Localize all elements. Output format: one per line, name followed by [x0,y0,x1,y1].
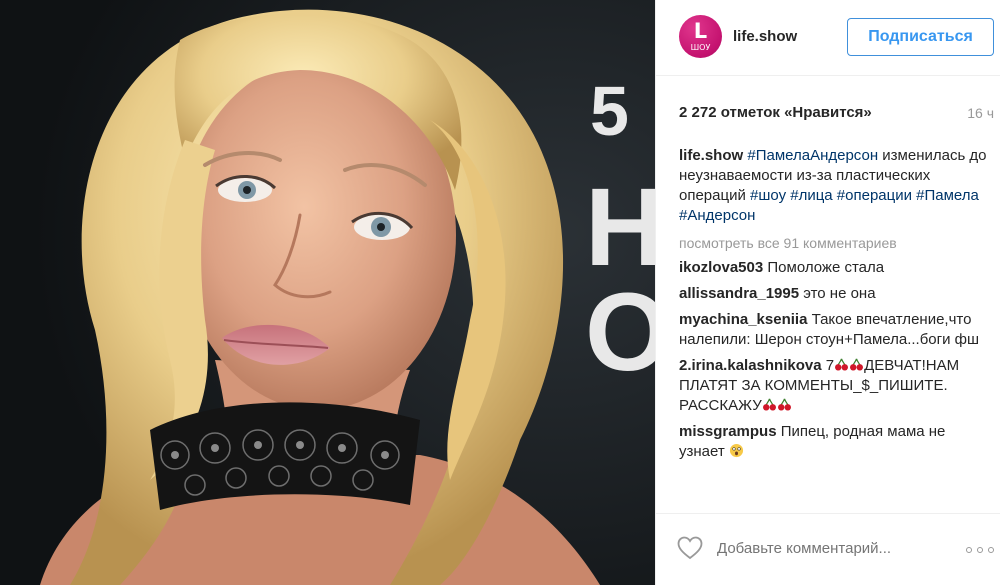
comment-text-part: 7 [825,357,835,374]
comment-username[interactable]: ikozlova503 [679,259,763,276]
heart-outline-icon[interactable] [677,536,703,560]
comment: missgrampus Пипец, родная мама не узнает [679,422,989,462]
comment: 2.irina.kalashnikova 7 ДЕВЧАТ!НАМ ПЛАТЯТ … [679,356,989,416]
svg-text:OF: OF [585,271,655,394]
avatar-logo-caption: ШОУ [690,43,711,52]
likes-row: 2 272 отметок «Нравится» 16 ч [679,104,994,124]
comment-username[interactable]: missgrampus [679,423,777,440]
cherries-emoji-icon [850,358,864,371]
hashtag-link[interactable]: #ПамелаАндерсон [747,147,878,164]
more-dot [988,547,994,553]
comments-feed: life.show #ПамелаАндерсон изменилась до … [679,146,989,462]
comment: allissandra_1995 это не она [679,284,989,304]
more-dot [966,547,972,553]
caption-username[interactable]: life.show [679,147,743,164]
cherries-emoji-icon [762,398,776,411]
post-caption: life.show #ПамелаАндерсон изменилась до … [679,146,989,226]
avatar-logo-glyph: L [693,19,708,43]
cherries-emoji-icon [835,358,849,371]
view-all-comments-link[interactable]: посмотреть все 91 комментариев [679,234,989,252]
more-options-icon[interactable] [966,547,994,553]
post-photo-illustration: 5 HA OF [0,0,655,585]
comment-username[interactable]: allissandra_1995 [679,285,799,302]
comment-username[interactable]: myachina_kseniia [679,311,807,328]
post-sidebar: L ШОУ life.show Подписаться 2 272 отмето… [655,0,1000,585]
cherries-emoji-icon [777,398,791,411]
likes-count[interactable]: 2 272 отметок «Нравится» [679,104,872,121]
comment: ikozlova503 Помоложе стала [679,258,989,278]
post-age[interactable]: 16 ч [967,105,994,121]
more-dot [977,547,983,553]
astonished-face-emoji-icon [729,443,743,458]
avatar[interactable]: L ШОУ [679,15,722,58]
post-header: L ШОУ life.show Подписаться [656,0,1000,76]
svg-text:5: 5 [590,72,629,150]
comment: myachina_kseniia Такое впечатление,что н… [679,310,989,350]
header-username[interactable]: life.show [733,28,797,45]
comment-text: это не она [803,285,876,302]
post-photo[interactable]: 5 HA OF [0,0,655,585]
comment-username[interactable]: 2.irina.kalashnikova [679,357,822,374]
add-comment-input[interactable] [717,540,947,557]
comment-footer [656,513,1000,585]
comment-text: Помоложе стала [767,259,885,276]
follow-button[interactable]: Подписаться [847,18,994,56]
